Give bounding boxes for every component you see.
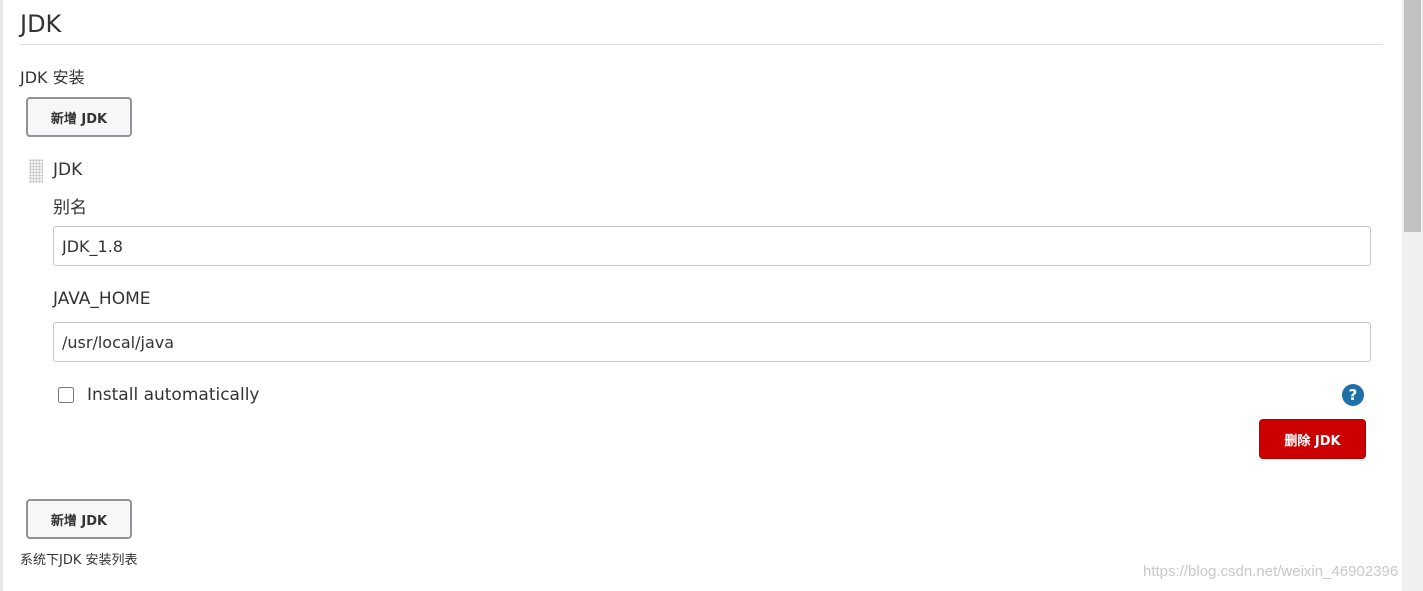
install-automatically-label[interactable]: Install automatically — [87, 385, 259, 405]
alias-input[interactable] — [53, 226, 1371, 266]
java-home-input[interactable] — [53, 322, 1371, 362]
watermark-text: https://blog.csdn.net/weixin_46902396 — [1143, 563, 1399, 580]
left-edge-strip — [0, 0, 3, 591]
jdk-entry-title: JDK — [53, 160, 83, 180]
question-circle-icon[interactable]: ? — [1342, 384, 1364, 406]
delete-jdk-button[interactable]: 删除 JDK — [1259, 419, 1366, 459]
scrollbar-thumb[interactable] — [1404, 0, 1421, 232]
jdk-install-label: JDK 安装 — [20, 68, 85, 87]
add-jdk-button-bottom[interactable]: 新增 JDK — [26, 499, 132, 539]
install-automatically-checkbox[interactable] — [58, 387, 74, 403]
jdk-list-caption: 系统下JDK 安装列表 — [20, 553, 138, 568]
title-divider — [20, 44, 1383, 45]
alias-label: 别名 — [53, 198, 87, 218]
java-home-label: JAVA_HOME — [53, 289, 151, 309]
drag-handle-icon[interactable] — [29, 159, 43, 183]
add-jdk-button-top[interactable]: 新增 JDK — [26, 97, 132, 137]
section-title: JDK — [20, 10, 62, 38]
